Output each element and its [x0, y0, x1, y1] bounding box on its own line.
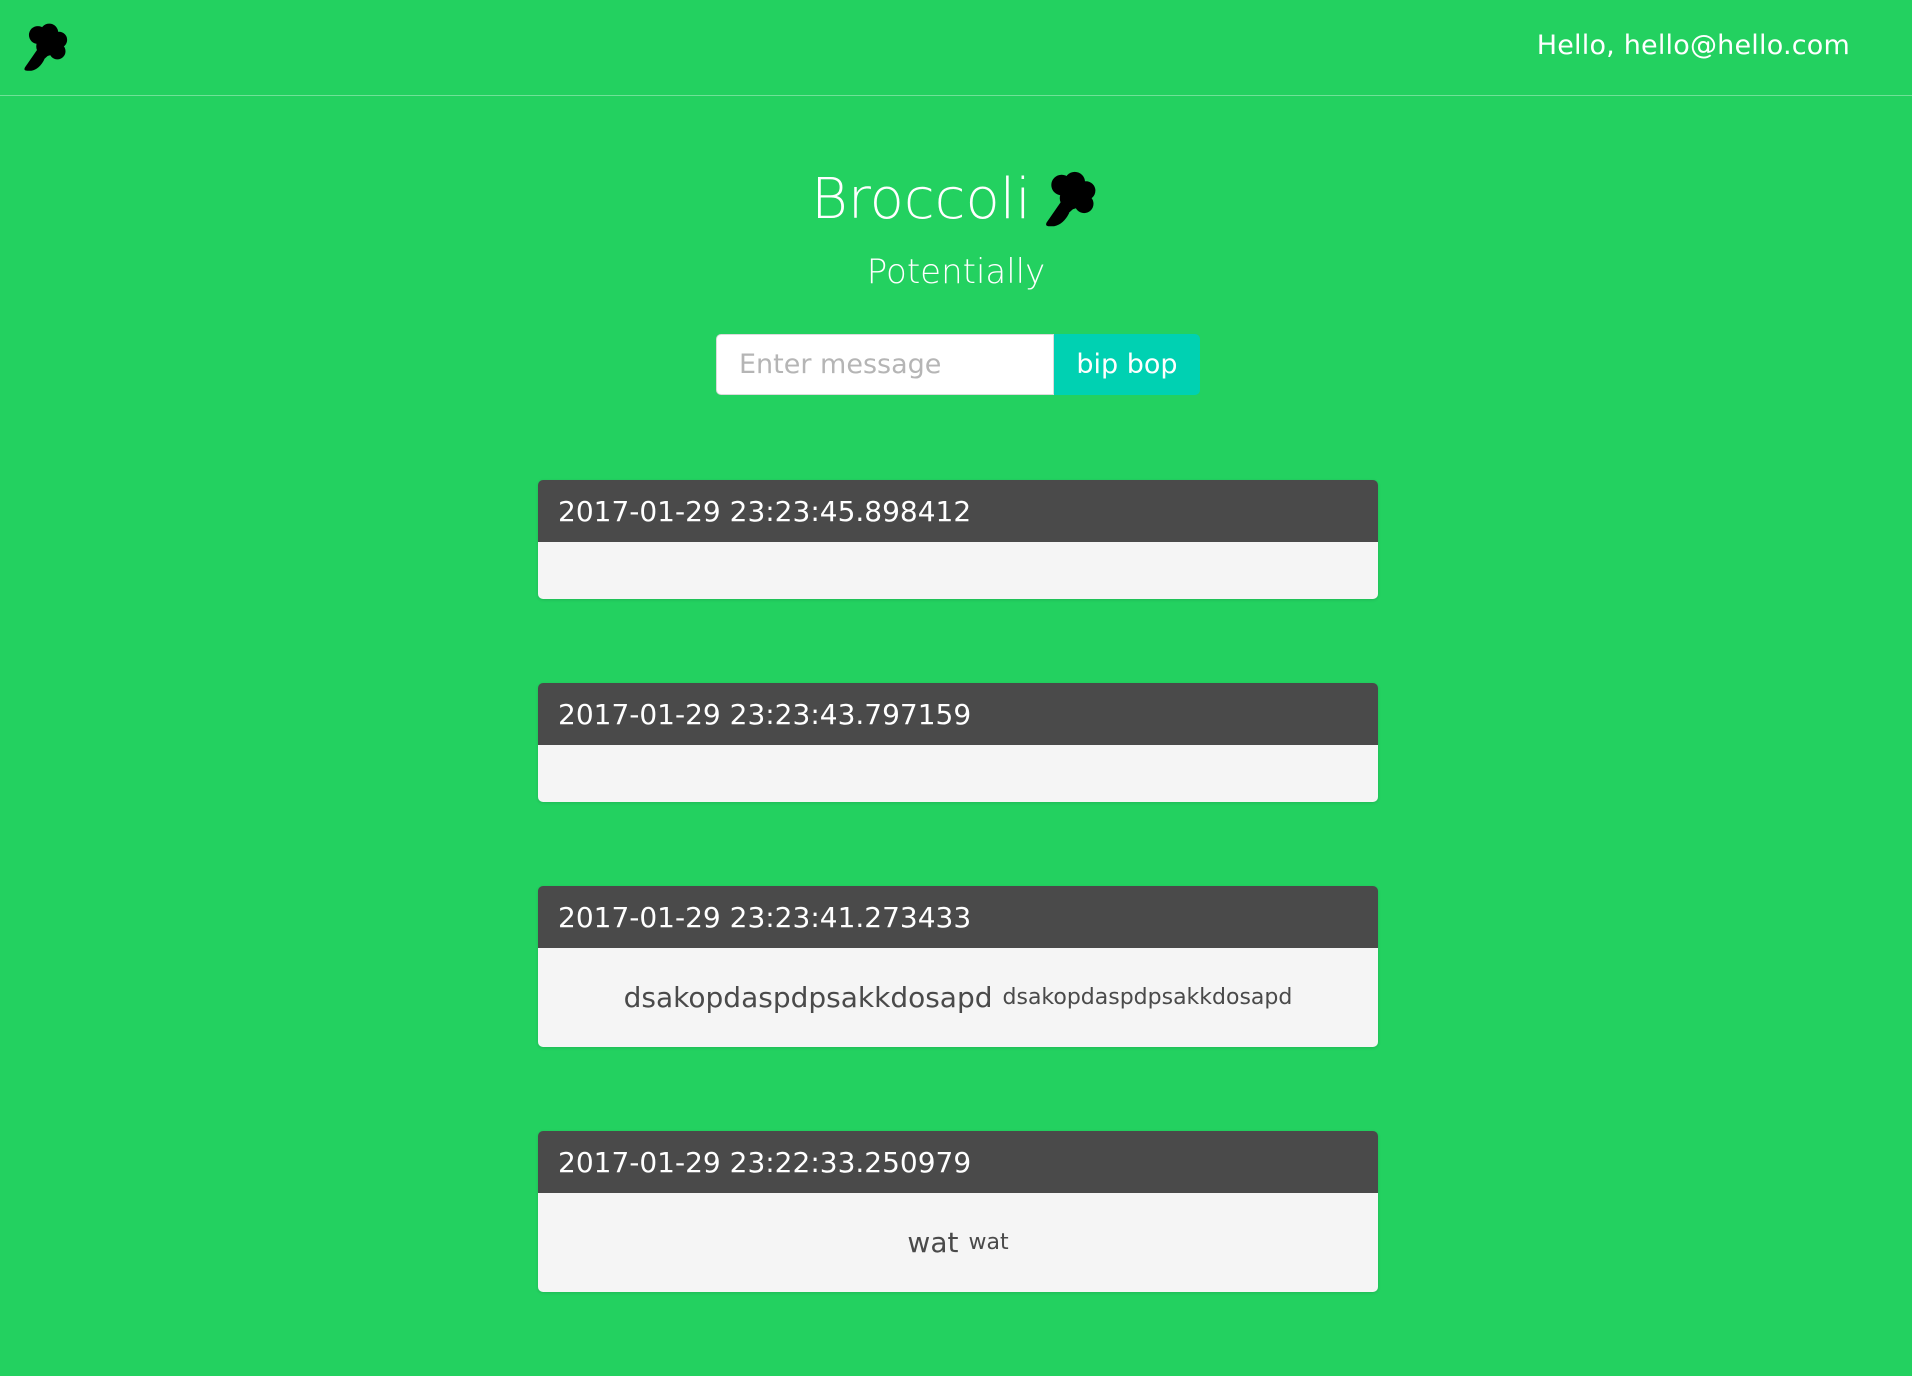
- hero-title-row: Broccoli: [811, 170, 1101, 230]
- message-card: 2017-01-29 23:23:41.273433 dsakopdaspdps…: [538, 886, 1378, 1047]
- page-title: Broccoli: [811, 167, 1031, 232]
- message-card: 2017-01-29 23:22:33.250979 wat wat: [538, 1131, 1378, 1292]
- page-subtitle: Potentially: [866, 252, 1046, 292]
- message-body: [538, 542, 1378, 599]
- message-subtext: wat: [968, 1230, 1009, 1255]
- submit-button[interactable]: bip bop: [1054, 334, 1200, 395]
- message-body: wat wat: [538, 1193, 1378, 1292]
- message-card: 2017-01-29 23:23:45.898412: [538, 480, 1378, 599]
- navbar: Hello, hello@hello.com: [0, 0, 1912, 96]
- message-timestamp: 2017-01-29 23:23:43.797159: [538, 683, 1378, 745]
- broccoli-icon: [1045, 171, 1096, 227]
- message-form: bip bop: [716, 334, 1200, 395]
- message-timestamp: 2017-01-29 23:23:41.273433: [538, 886, 1378, 948]
- hero-section: Broccoli Potentially: [0, 170, 1912, 292]
- message-card: 2017-01-29 23:23:43.797159: [538, 683, 1378, 802]
- message-timestamp: 2017-01-29 23:23:45.898412: [538, 480, 1378, 542]
- message-text: dsakopdaspdpsakkdosapd: [623, 981, 993, 1014]
- message-list: 2017-01-29 23:23:45.898412 2017-01-29 23…: [538, 480, 1378, 1376]
- user-greeting: Hello, hello@hello.com: [1536, 30, 1850, 61]
- message-body: [538, 745, 1378, 802]
- message-text: wat: [907, 1226, 959, 1259]
- message-body: dsakopdaspdpsakkdosapd dsakopdaspdpsakkd…: [538, 948, 1378, 1047]
- broccoli-icon[interactable]: [20, 22, 72, 74]
- message-subtext: dsakopdaspdpsakkdosapd: [1002, 985, 1293, 1010]
- message-input[interactable]: [716, 334, 1054, 395]
- message-timestamp: 2017-01-29 23:22:33.250979: [538, 1131, 1378, 1193]
